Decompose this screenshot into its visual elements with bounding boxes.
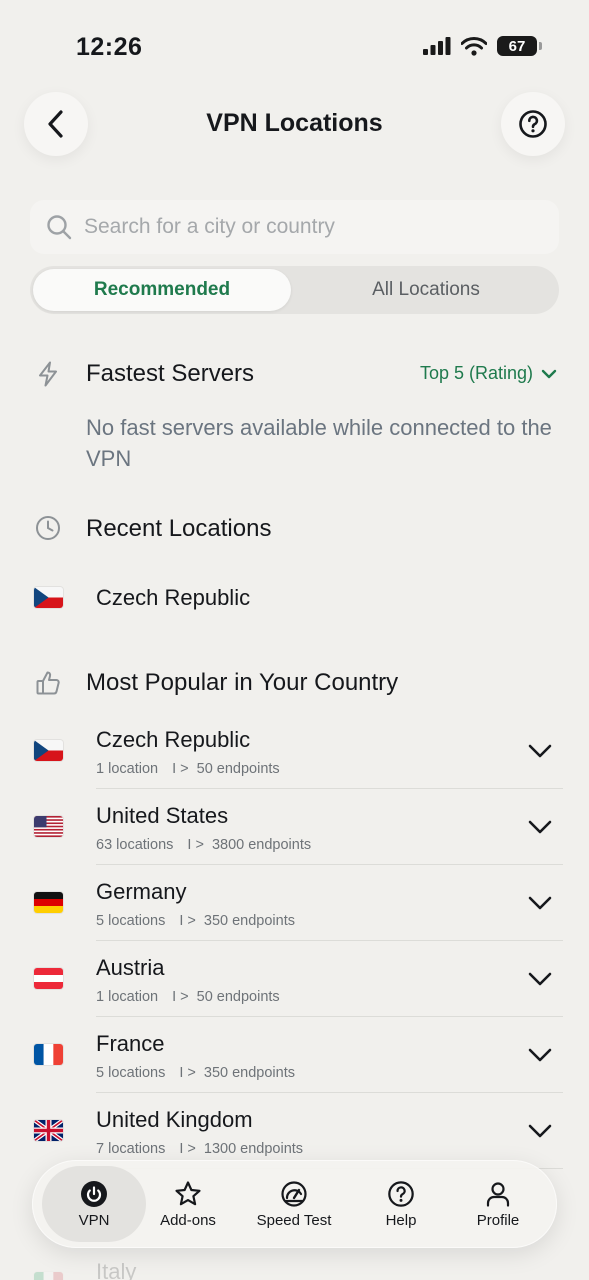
endpoint-count: 350 endpoints — [203, 1065, 295, 1081]
chevron-down-icon[interactable] — [526, 891, 554, 915]
country-meta: 5 locations I > 350 endpoints — [96, 1065, 295, 1081]
rating-dropdown[interactable]: Top 5 (Rating) — [420, 363, 557, 384]
status-time: 12:26 — [76, 33, 143, 61]
search-input[interactable] — [84, 215, 524, 239]
chevron-down-icon — [541, 369, 557, 378]
lightning-icon — [34, 360, 62, 388]
status-icons: 67 — [423, 36, 542, 56]
endpoint-count: 1300 endpoints — [203, 1141, 304, 1157]
fr-flag — [34, 1044, 63, 1065]
meta-separator: I > — [179, 913, 196, 929]
battery-indicator: 67 — [497, 36, 542, 56]
speedometer-icon — [281, 1180, 307, 1207]
status-bar: 12:26 67 — [0, 0, 589, 90]
search-bar[interactable] — [30, 200, 559, 254]
endpoint-count: 350 endpoints — [203, 913, 295, 929]
recent-locations-title: Recent Locations — [86, 515, 272, 542]
meta-separator: I > — [187, 837, 204, 853]
country-row-italy[interactable]: Italy — [0, 1245, 589, 1280]
clock-icon — [34, 514, 62, 542]
it-flag — [34, 1272, 63, 1280]
fastest-empty-message: No fast servers available while connecte… — [86, 415, 552, 471]
help-circle-icon — [388, 1180, 414, 1207]
cz-flag — [34, 740, 63, 761]
meta-separator: I > — [179, 1141, 196, 1157]
country-meta: 1 location I > 50 endpoints — [96, 761, 280, 777]
country-name: Czech Republic — [96, 727, 251, 752]
chevron-down-icon[interactable] — [526, 815, 554, 839]
location-count: 1 location — [96, 761, 159, 777]
chevron-down-icon[interactable] — [526, 739, 554, 763]
search-icon — [47, 215, 72, 240]
recent-location-name: Czech Republic — [96, 585, 251, 610]
endpoint-count: 50 endpoints — [196, 989, 280, 1005]
country-name: United Kingdom — [96, 1107, 253, 1132]
cz-flag — [34, 587, 63, 608]
help-button[interactable] — [501, 92, 565, 156]
country-name: United States — [96, 803, 229, 828]
help-circle-icon — [519, 110, 547, 138]
tab-label: Profile — [476, 1211, 520, 1229]
tab-all-locations[interactable]: All Locations — [296, 269, 556, 311]
country-row-germany[interactable]: Germany 5 locations I > 350 endpoints — [0, 865, 589, 941]
at-flag — [34, 968, 63, 989]
country-meta: 1 location I > 50 endpoints — [96, 989, 280, 1005]
location-count: 1 location — [96, 989, 159, 1005]
meta-separator: I > — [179, 1065, 196, 1081]
tab-help[interactable]: Help — [362, 1160, 440, 1248]
power-icon — [81, 1180, 107, 1207]
location-count: 5 locations — [96, 1065, 166, 1081]
tab-label: VPN — [78, 1211, 110, 1229]
location-count: 5 locations — [96, 913, 166, 929]
country-row-france[interactable]: France 5 locations I > 350 endpoints — [0, 1017, 589, 1093]
rating-dropdown-label: Top 5 (Rating) — [419, 363, 533, 383]
wifi-icon — [461, 36, 487, 56]
country-row-austria[interactable]: Austria 1 location I > 50 endpoints — [0, 941, 589, 1017]
meta-separator: I > — [172, 761, 189, 777]
country-name: France — [96, 1031, 165, 1056]
country-name: Germany — [96, 879, 187, 904]
country-name: Austria — [96, 955, 165, 980]
country-meta: 63 locations I > 3800 endpoints — [96, 837, 311, 853]
location-count: 63 locations — [96, 837, 174, 853]
tab-add-ons[interactable]: Add-ons — [146, 1160, 230, 1248]
endpoint-count: 3800 endpoints — [211, 837, 312, 853]
tab-recommended[interactable]: Recommended — [33, 269, 291, 311]
location-count: 7 locations — [96, 1141, 166, 1157]
chevron-down-icon[interactable] — [526, 967, 554, 991]
most-popular-title: Most Popular in Your Country — [86, 669, 399, 696]
country-row-united-kingdom[interactable]: United Kingdom 7 locations I > 1300 endpo… — [0, 1093, 589, 1169]
country-row-czech-republic[interactable]: Czech Republic 1 location I > 50 endpoint… — [0, 713, 589, 789]
thumbs-up-icon — [34, 669, 62, 697]
bottom-tab-bar: VPN Add-ons Speed Test Help Profile — [32, 1160, 557, 1248]
person-icon — [486, 1181, 510, 1207]
us-flag — [34, 816, 63, 837]
country-meta: 7 locations I > 1300 endpoints — [96, 1141, 303, 1157]
tab-label: Speed Test — [256, 1211, 332, 1229]
country-name: Italy — [96, 1259, 137, 1280]
meta-separator: I > — [172, 989, 189, 1005]
location-segmented-control: Recommended All Locations — [30, 266, 559, 314]
tab-label: Help — [385, 1211, 417, 1229]
de-flag — [34, 892, 63, 913]
fastest-servers-title: Fastest Servers — [86, 360, 255, 387]
tab-speed-test[interactable]: Speed Test — [242, 1160, 346, 1248]
gb-flag — [34, 1120, 63, 1141]
star-icon — [175, 1180, 201, 1205]
country-row-united-states[interactable]: United States 63 locations I > 3800 endpo… — [0, 789, 589, 865]
chevron-down-icon[interactable] — [526, 1043, 554, 1067]
country-meta: 5 locations I > 350 endpoints — [96, 913, 295, 929]
tab-profile[interactable]: Profile — [456, 1160, 540, 1248]
chevron-down-icon[interactable] — [526, 1119, 554, 1143]
endpoint-count: 50 endpoints — [196, 761, 280, 777]
tab-label: Add-ons — [160, 1211, 216, 1229]
cellular-signal-icon — [423, 37, 451, 55]
tab-vpn[interactable]: VPN — [42, 1160, 146, 1248]
